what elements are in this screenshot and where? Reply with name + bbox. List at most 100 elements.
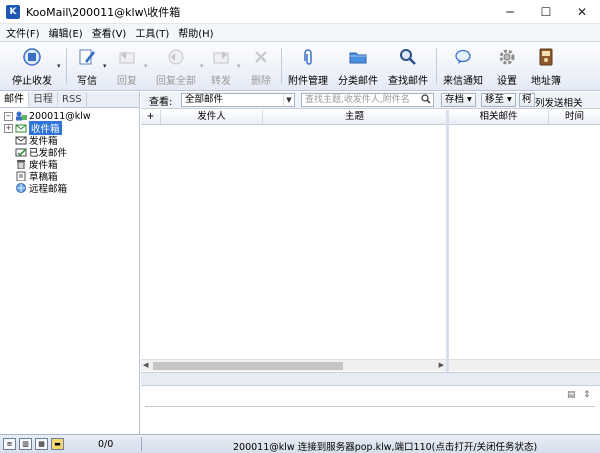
- archive-button[interactable]: 存档 ▾: [441, 93, 476, 107]
- view-filter-select[interactable]: 全部邮件 ▼: [181, 93, 295, 107]
- forward-dropdown-icon[interactable]: ▾: [237, 62, 241, 70]
- column-expand[interactable]: +: [141, 110, 161, 124]
- delete-button[interactable]: 删除: [246, 44, 276, 88]
- tree-account-row[interactable]: − 200011@klw: [4, 110, 139, 122]
- column-related-mail[interactable]: 相关邮件: [449, 110, 549, 124]
- scroll-left-icon[interactable]: ◀: [143, 361, 148, 369]
- expand-toggle-icon[interactable]: +: [4, 123, 13, 133]
- new-mail-notify-button[interactable]: 来信通知: [441, 44, 485, 88]
- attachment-manager-button[interactable]: 附件管理: [286, 44, 330, 88]
- status-bar: ≡ ▥ ▦ ▬ 0/0 200011@klw 连接到服务器pop.klw,端口1…: [0, 434, 600, 453]
- scroll-right-icon[interactable]: ▶: [439, 361, 444, 369]
- preview-divider: [145, 406, 595, 407]
- toolbar: 停止收发 ▾ 写信 ▾ 回复 ▾ 回复全部 ▾ 转发 ▾ 删除 附件管理 分类邮…: [0, 42, 600, 91]
- related-mail-toggle[interactable]: 列发送相关: [535, 95, 583, 109]
- window-title: KooMail\200011@klw\收件箱: [26, 5, 181, 19]
- stop-receive-button[interactable]: 停止收发: [8, 44, 56, 88]
- related-list-scrollbar[interactable]: [449, 359, 600, 371]
- menu-file[interactable]: 文件(F): [6, 25, 40, 40]
- delete-icon: [250, 46, 272, 68]
- reply-all-icon: [165, 46, 187, 68]
- mail-list[interactable]: [141, 125, 446, 359]
- tab-rss[interactable]: RSS: [58, 92, 87, 107]
- classify-mail-button[interactable]: 分类邮件: [336, 44, 380, 88]
- view-filter-label: 查看:: [149, 96, 173, 108]
- title-bar: K KooMail\200011@klw\收件箱 ─ ☐ ✕: [0, 0, 600, 24]
- address-book-button[interactable]: 地址簿: [528, 44, 564, 88]
- forward-button[interactable]: 转发: [206, 44, 236, 88]
- folder-tree: − 200011@klw + 收件箱 发件箱 已发邮件 废件箱 草稿箱 远程邮箱: [0, 108, 139, 195]
- outbox-icon: [15, 135, 27, 145]
- compose-dropdown-icon[interactable]: ▾: [103, 62, 107, 70]
- tree-folder-drafts[interactable]: 草稿箱: [4, 170, 139, 183]
- reply-all-dropdown-icon[interactable]: ▾: [200, 62, 204, 70]
- layout-columns-icon[interactable]: ▦: [35, 438, 48, 450]
- toolbar-separator: [281, 48, 282, 84]
- trash-icon: [15, 159, 27, 169]
- paperclip-icon: [297, 46, 319, 68]
- mail-list-scrollbar[interactable]: ◀ ▶: [141, 359, 446, 371]
- stop-receive-dropdown-icon[interactable]: ▾: [57, 62, 61, 70]
- reply-all-button[interactable]: 回复全部: [154, 44, 198, 88]
- close-button[interactable]: ✕: [564, 0, 600, 24]
- move-to-button[interactable]: 移至 ▾: [481, 93, 516, 107]
- account-icon: [15, 111, 27, 121]
- document-icon[interactable]: ▤: [567, 390, 576, 400]
- collapse-toggle-icon[interactable]: −: [4, 111, 13, 121]
- layout-list-icon[interactable]: ≡: [3, 438, 16, 450]
- menu-view[interactable]: 查看(V): [92, 25, 127, 40]
- column-time[interactable]: 时间: [549, 110, 600, 124]
- collapse-double-chevron-icon[interactable]: ⇕: [583, 390, 591, 400]
- inbox-icon: [15, 123, 27, 133]
- menu-edit[interactable]: 编辑(E): [49, 25, 83, 40]
- minimize-button[interactable]: ─: [492, 0, 528, 24]
- folder-panel: 邮件 日程 RSS − 200011@klw + 收件箱 发件箱 已发邮件 废件…: [0, 92, 140, 434]
- address-book-icon: [535, 46, 557, 68]
- account-label: 200011@klw: [29, 110, 91, 122]
- mail-preview-pane[interactable]: ▤ ⇕: [141, 386, 600, 434]
- menu-help[interactable]: 帮助(H): [178, 25, 213, 40]
- remote-mailbox-icon: [15, 183, 27, 193]
- tree-folder-trash[interactable]: 废件箱: [4, 158, 139, 171]
- tree-folder-outbox[interactable]: 发件箱: [4, 134, 139, 147]
- koomail-app-icon: K: [6, 4, 20, 19]
- filter-bar: 查看: 全部邮件 ▼ 查找主题,收发件人,附件名 存档 ▾ 移至 ▾ 柯 列发送…: [141, 92, 600, 109]
- tree-folder-remote[interactable]: 远程邮箱: [4, 182, 139, 195]
- find-mail-button[interactable]: 查找邮件: [386, 44, 430, 88]
- drafts-icon: [15, 171, 27, 181]
- reply-dropdown-icon[interactable]: ▾: [144, 62, 148, 70]
- tab-calendar[interactable]: 日程: [29, 92, 58, 107]
- sent-mail-icon: [15, 147, 27, 157]
- tree-folder-inbox[interactable]: + 收件箱: [4, 121, 139, 135]
- status-divider: [141, 437, 142, 451]
- compose-button[interactable]: 写信: [72, 44, 102, 88]
- search-input[interactable]: 查找主题,收发件人,附件名: [301, 93, 434, 107]
- stop-sync-icon: [21, 46, 43, 68]
- column-button[interactable]: 柯: [519, 93, 535, 107]
- settings-button[interactable]: 设置: [492, 44, 522, 88]
- compose-pen-icon: [76, 46, 98, 68]
- notes-icon[interactable]: ▬: [51, 438, 64, 450]
- preview-splitter[interactable]: [141, 372, 600, 386]
- menu-tools[interactable]: 工具(T): [135, 25, 169, 40]
- search-icon: [397, 46, 419, 68]
- forward-icon: [210, 46, 232, 68]
- tree-folder-sent[interactable]: 已发邮件: [4, 146, 139, 159]
- chevron-down-icon: ▼: [283, 94, 294, 106]
- maximize-button[interactable]: ☐: [528, 0, 564, 24]
- tab-mail[interactable]: 邮件: [0, 92, 29, 107]
- reply-icon: [116, 46, 138, 68]
- main-area: 查看: 全部邮件 ▼ 查找主题,收发件人,附件名 存档 ▾ 移至 ▾ 柯 列发送…: [141, 92, 600, 434]
- scrollbar-thumb[interactable]: [153, 362, 343, 370]
- column-sender[interactable]: 发件人: [161, 110, 263, 124]
- remote-mailbox-label: 远程邮箱: [29, 184, 68, 195]
- layout-split-icon[interactable]: ▥: [19, 438, 32, 450]
- connection-status[interactable]: 200011@klw 连接到服务器pop.klw,端口110(点击打开/关闭任务…: [233, 439, 537, 453]
- related-mail-list[interactable]: [449, 125, 600, 359]
- speech-bubble-icon: [452, 46, 474, 68]
- folder-classify-icon: [347, 46, 369, 68]
- reply-button[interactable]: 回复: [112, 44, 142, 88]
- search-icon[interactable]: [421, 94, 431, 107]
- column-subject[interactable]: 主题: [263, 110, 446, 124]
- related-mail-header: 相关邮件 时间: [449, 110, 600, 125]
